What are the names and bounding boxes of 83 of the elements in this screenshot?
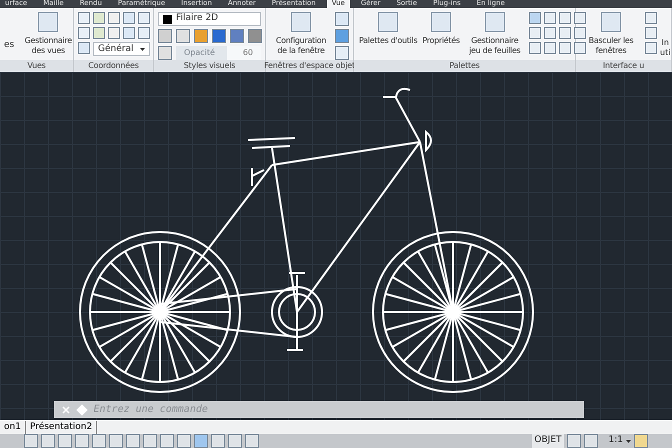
tool-icon[interactable] xyxy=(123,12,135,24)
tool-icon[interactable] xyxy=(574,12,586,24)
status-toggle-icon[interactable] xyxy=(126,434,140,448)
visual-style-dropdown[interactable]: Filaire 2D xyxy=(158,12,261,26)
close-icon[interactable] xyxy=(62,406,70,414)
panel-title: Palettes xyxy=(449,60,480,72)
tool-icon[interactable] xyxy=(158,29,172,43)
tool-icon[interactable] xyxy=(335,12,349,26)
panel-icon xyxy=(378,12,398,32)
panel-icon xyxy=(291,12,311,32)
tool-icon[interactable] xyxy=(574,27,586,39)
status-toggle-icon[interactable] xyxy=(92,434,106,448)
tool-icon[interactable] xyxy=(558,12,571,24)
command-input[interactable]: Entrez une commande xyxy=(94,402,576,417)
tool-icon[interactable] xyxy=(108,12,120,24)
tool-icon[interactable] xyxy=(93,12,105,24)
status-toggle-icon[interactable] xyxy=(58,434,72,448)
status-toggle-icon[interactable] xyxy=(584,434,598,448)
status-toggle-icon[interactable] xyxy=(160,434,174,448)
tool-icon[interactable] xyxy=(194,29,208,43)
panel-title: Vues xyxy=(27,60,46,72)
panel-title: Coordonnées xyxy=(88,60,139,72)
palette-button[interactable]: Gestionnaire jeu de feuilles xyxy=(464,12,526,56)
tool-icon[interactable] xyxy=(108,27,120,39)
tool-icon[interactable] xyxy=(176,29,190,43)
view-manager-button[interactable]: Gestionnaire des vues xyxy=(17,12,80,56)
panel-icon xyxy=(601,12,621,32)
tool-icon[interactable] xyxy=(544,27,556,39)
tool-icon[interactable] xyxy=(212,29,226,43)
ribbon-button[interactable]: In uti xyxy=(660,38,670,58)
switch-windows-button[interactable]: Basculer les fenêtres xyxy=(580,12,642,56)
tool-icon[interactable] xyxy=(544,42,556,54)
opacity-value: 60 xyxy=(242,47,253,59)
annotation-scale[interactable]: 1:1 xyxy=(608,434,623,448)
opacity-label: Opacité xyxy=(184,47,215,59)
space-toggle[interactable]: OBJET xyxy=(532,434,564,448)
tool-icon[interactable] xyxy=(78,12,90,24)
palette-button[interactable]: Palettes d'outils xyxy=(358,12,418,46)
caret-icon[interactable] xyxy=(140,48,145,50)
panel-title: Styles visuels xyxy=(184,60,236,72)
tool-icon[interactable] xyxy=(544,12,556,24)
status-toggle-icon[interactable] xyxy=(41,434,55,448)
tool-icon[interactable] xyxy=(158,46,172,60)
tool-icon[interactable] xyxy=(574,42,586,54)
tool-icon[interactable] xyxy=(78,42,90,54)
tool-icon[interactable] xyxy=(528,27,541,39)
status-toggle-icon[interactable] xyxy=(228,434,242,448)
tool-icon[interactable] xyxy=(138,27,150,39)
status-toggle-icon[interactable] xyxy=(245,434,259,448)
ribbon-button[interactable]: es xyxy=(4,40,14,51)
panel-title: Fenêtres d'espace objet xyxy=(264,60,355,72)
panel-icon xyxy=(431,12,452,32)
tool-icon[interactable] xyxy=(645,12,657,24)
status-toggle-icon[interactable] xyxy=(75,434,89,448)
panel-icon xyxy=(38,12,58,32)
caret-icon[interactable] xyxy=(626,440,631,442)
tool-icon[interactable] xyxy=(558,27,571,39)
status-toggle-icon[interactable] xyxy=(211,434,225,448)
status-toggle-icon[interactable] xyxy=(109,434,123,448)
status-toggle-icon[interactable] xyxy=(24,434,38,448)
ucs-dropdown[interactable]: Général xyxy=(93,42,150,56)
tool-icon[interactable] xyxy=(528,12,541,24)
drawing-canvas[interactable]: Entrez une commande xyxy=(0,72,672,420)
tool-icon[interactable] xyxy=(528,42,541,54)
tool-icon[interactable] xyxy=(123,27,135,39)
tool-icon[interactable] xyxy=(645,42,657,54)
viewport-config-button[interactable]: Configuration de la fenêtre xyxy=(270,12,332,56)
status-toggle-icon[interactable] xyxy=(194,434,208,448)
tool-icon[interactable] xyxy=(93,27,105,39)
status-toggle-icon[interactable] xyxy=(143,434,157,448)
tool-icon[interactable] xyxy=(645,27,657,39)
status-toggle-icon[interactable] xyxy=(566,434,581,448)
panel-title: Interface u xyxy=(602,60,644,72)
style-swatch-icon xyxy=(163,14,172,24)
status-toggle-icon[interactable] xyxy=(177,434,191,448)
palette-button[interactable]: Propriétés xyxy=(421,12,461,46)
opacity-slider[interactable]: Opacité 60 xyxy=(176,46,261,60)
tool-icon[interactable] xyxy=(138,12,150,24)
tool-icon[interactable] xyxy=(78,27,90,39)
tool-icon[interactable] xyxy=(558,42,571,54)
status-toggle-icon[interactable] xyxy=(634,434,648,448)
tool-icon[interactable] xyxy=(335,46,349,60)
panel-icon xyxy=(484,12,505,32)
